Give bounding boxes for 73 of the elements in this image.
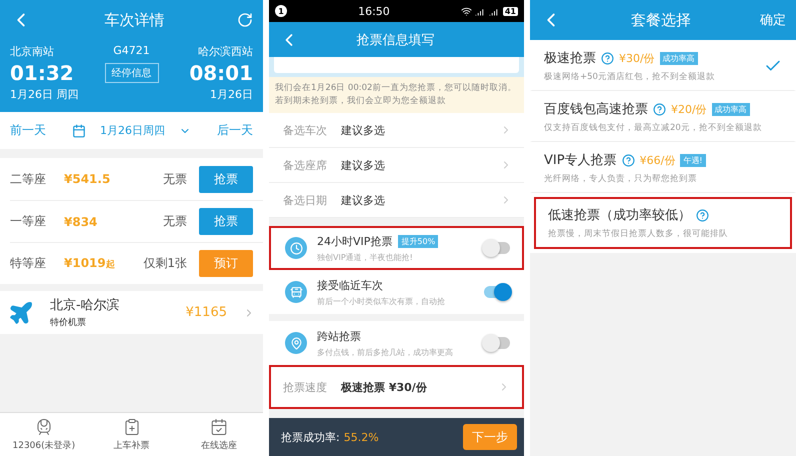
toggle-title: 跨站抢票 — [317, 328, 361, 344]
package-badge: 成功率高 — [660, 52, 698, 64]
toggle-title: 24小时VIP抢票 — [317, 234, 392, 248]
arrival-time: 08:01 — [188, 61, 253, 85]
speed-row[interactable]: 抢票速度 极速抢票 ¥30/份 — [269, 365, 524, 409]
package-description: 仅支持百度钱包支付，最高立减20元，抢不到全额退款 — [544, 122, 763, 134]
tab-bar-item[interactable]: 上车补票 — [88, 413, 176, 456]
package-name: 百度钱包高速抢票 — [544, 101, 648, 118]
refresh-button[interactable] — [237, 12, 253, 28]
toggle-subtitle: 多付点钱，前后多抢几站，成功率更高 — [317, 346, 454, 358]
arrival-station: 哈尔滨西站 — [197, 44, 253, 59]
notification-badge: 1 — [275, 5, 287, 17]
clock-time: 16:50 — [358, 4, 390, 18]
battery-level: 41 — [502, 6, 518, 16]
package-description: 光纤网络，专人负责，只为帮您抢到票 — [544, 173, 698, 185]
availability: 无票 — [163, 170, 187, 188]
page-title: 抢票信息填写 — [356, 32, 434, 48]
flight-offer[interactable]: 北京-哈尔滨 特价机票 ¥1165 — [0, 291, 263, 334]
package-option[interactable]: 低速抢票（成功率较低） 抢票慢，周末节假日抢票人数多，很可能排队 — [534, 197, 792, 249]
tab-bar-item[interactable]: 在线选座 — [175, 413, 263, 456]
flight-subtitle: 特价机票 — [50, 316, 87, 329]
wifi-icon — [460, 6, 472, 16]
package-price: ¥20/份 — [671, 102, 707, 116]
package-description: 抢票慢，周末节假日抢票人数多，很可能排队 — [548, 228, 729, 240]
seat-class: 二等座 — [10, 170, 47, 188]
notice-text: 我们会在1月26日 00:02前一直为您抢票，您可以随时取消。若到期未抢到票，我们会立即为您全额退款 — [269, 77, 524, 113]
help-icon[interactable] — [622, 154, 635, 166]
package-name: 低速抢票（成功率较低） — [548, 207, 691, 224]
departure-date: 1月26日 周四 — [10, 87, 80, 102]
package-badge: 成功率高 — [712, 102, 750, 116]
page-title: 车次详情 — [104, 10, 164, 30]
package-option[interactable]: 极速抢票 ¥30/份 成功率高 极速网络+50元酒店红包，抢不到全额退款 — [530, 40, 796, 91]
package-name: 极速抢票 — [544, 50, 596, 67]
train-number: G4721 — [112, 44, 151, 59]
flight-price: ¥1165 — [186, 305, 227, 320]
toggle-subtitle: 独创VIP通道，半夜也能抢! — [317, 252, 414, 262]
calendar-check-icon — [210, 418, 228, 436]
page-title: 套餐选择 — [631, 10, 691, 30]
list-plus-icon — [122, 418, 140, 436]
help-icon[interactable] — [696, 208, 709, 222]
success-rate-value: 55.2% — [344, 430, 380, 444]
tab-bar-item[interactable]: 12306(未登录) — [0, 413, 88, 456]
boost-badge: 提升50% — [398, 234, 438, 248]
seat-price: ¥541.5 — [64, 172, 112, 186]
flight-route: 北京-哈尔滨 — [50, 297, 121, 314]
package-badge: 午遇! — [680, 154, 706, 166]
package-name: VIP专人抢票 — [544, 152, 617, 169]
pin-icon — [285, 332, 307, 354]
toggle-switch[interactable] — [484, 286, 510, 298]
calendar-icon — [72, 124, 86, 138]
success-rate-label: 抢票成功率: — [281, 430, 340, 444]
toggle-title: 接受临近车次 — [317, 278, 383, 292]
seat-price: ¥834 — [64, 214, 98, 228]
availability: 无票 — [163, 213, 187, 230]
package-option[interactable]: VIP专人抢票 ¥66/份 午遇! 光纤网络，专人负责，只为帮您抢到票 — [530, 142, 796, 193]
package-price: ¥66/份 — [640, 152, 676, 168]
seat-class: 一等座 — [10, 213, 47, 230]
clock-icon — [285, 237, 307, 259]
departure-station: 北京南站 — [10, 44, 55, 59]
help-icon[interactable] — [653, 102, 666, 116]
package-description: 极速网络+50元酒店红包，抢不到全额退款 — [544, 71, 716, 83]
package-price: ¥30/份 — [619, 50, 655, 66]
toggle-switch[interactable] — [484, 337, 510, 349]
help-icon[interactable] — [601, 52, 614, 64]
seat-class: 特等座 — [10, 255, 47, 272]
arrival-date: 1月26日 — [209, 87, 253, 102]
availability: 仅剩1张 — [143, 255, 187, 272]
seat-price: ¥1019起 — [64, 256, 116, 271]
departure-time: 01:32 — [10, 61, 75, 85]
package-option[interactable]: 百度钱包高速抢票 ¥20/份 成功率高 仅支持百度钱包支付，最高立减20元，抢不到全额退款 — [530, 91, 796, 142]
plane-icon — [8, 300, 34, 326]
toggle-subtitle: 前后一个小时类似车次有票，自动抢 — [317, 296, 446, 306]
toggle-switch[interactable] — [484, 242, 510, 254]
